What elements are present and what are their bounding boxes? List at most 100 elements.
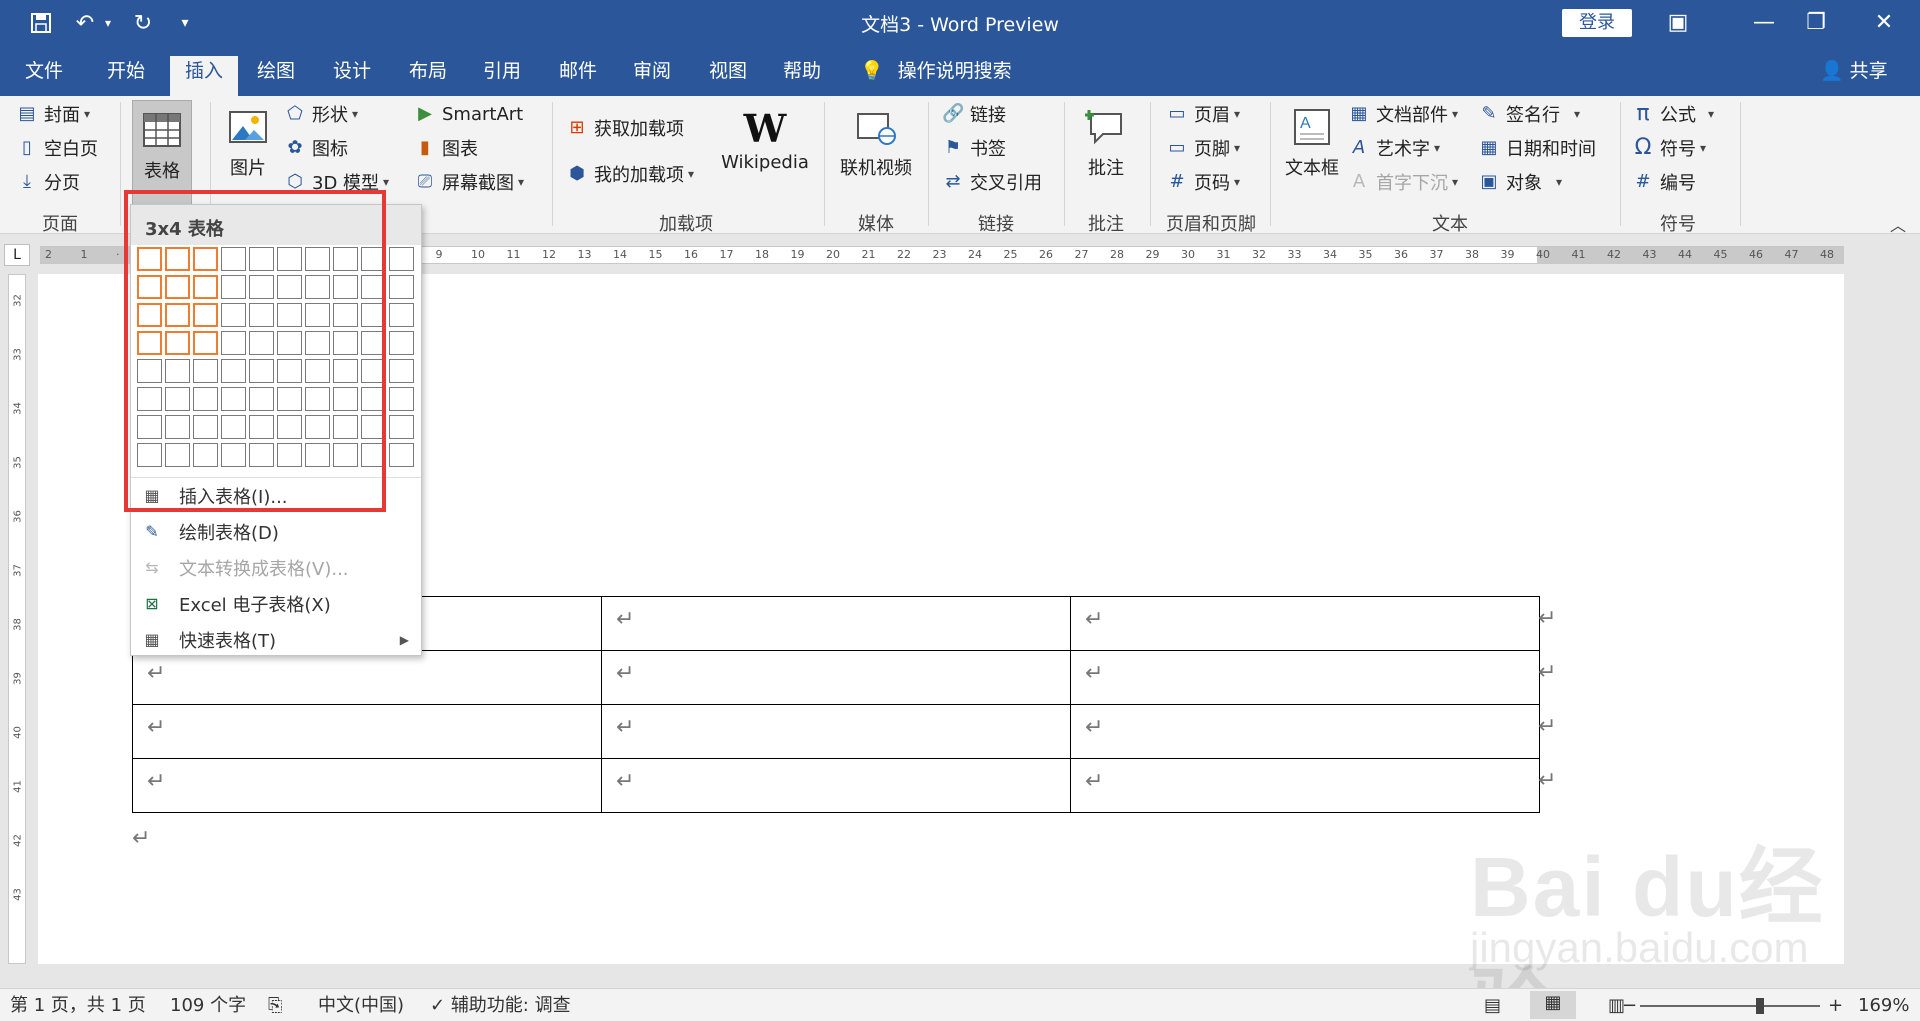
group-label-text: 文本 <box>1432 214 1468 235</box>
table-cell[interactable]: ↵ <box>1070 758 1540 813</box>
bookmark-button[interactable]: ⚑ 书签 <box>942 134 1006 162</box>
grid-cell[interactable] <box>389 247 414 271</box>
quick-parts-button[interactable]: ▦ 文档部件 ▾ <box>1348 100 1458 128</box>
grid-cell[interactable] <box>389 359 414 383</box>
restore-icon[interactable]: ❐ <box>1796 8 1836 38</box>
ruler-tick: 24 <box>968 248 982 261</box>
share-button[interactable]: 👤 共享 <box>1820 56 1888 86</box>
table-cell[interactable]: ↵ <box>601 596 1071 651</box>
textbox-button[interactable]: A 文本框 <box>1282 106 1342 180</box>
tab-review[interactable]: 审阅 <box>620 56 684 96</box>
symbol-button[interactable]: Ω 符号 ▾ <box>1632 134 1706 162</box>
table-cell[interactable]: ↵ <box>601 758 1071 813</box>
print-layout-icon[interactable]: ▦ <box>1530 991 1576 1019</box>
drop-cap-button[interactable]: A 首字下沉 ▾ <box>1348 168 1458 196</box>
tab-view[interactable]: 视图 <box>696 56 760 96</box>
grid-cell[interactable] <box>389 387 414 411</box>
footer-button[interactable]: ▭ 页脚 ▾ <box>1166 134 1240 162</box>
page-number-button[interactable]: # 页码 ▾ <box>1166 168 1240 196</box>
picture-button[interactable]: 图片 <box>222 106 274 180</box>
link-button[interactable]: 🔗 链接 <box>942 100 1006 128</box>
ruler-tick: 31 <box>1216 248 1231 261</box>
zoom-level[interactable]: 169% <box>1858 994 1909 1018</box>
vertical-ruler[interactable]: 32 33 34 35 36 37 38 39 40 41 42 43 <box>8 274 26 964</box>
screenshot-button[interactable]: ⎚ 屏幕截图 ▾ <box>414 168 524 196</box>
get-addins-button[interactable]: ⊞ 获取加载项 <box>566 114 684 142</box>
accessibility-status[interactable]: ✓ 辅助功能: 调查 <box>430 994 571 1018</box>
online-video-button[interactable]: 联机视频 <box>836 106 916 180</box>
page-break-button[interactable]: ⤓ 分页 <box>16 168 80 196</box>
close-icon[interactable]: ✕ <box>1864 8 1904 38</box>
zoom-out-icon[interactable]: − <box>1622 994 1637 1018</box>
grid-cell[interactable] <box>389 275 414 299</box>
grid-cell[interactable] <box>389 415 414 439</box>
header-button[interactable]: ▭ 页眉 ▾ <box>1166 100 1240 128</box>
tab-mailings[interactable]: 邮件 <box>546 56 610 96</box>
grid-cell[interactable] <box>389 443 414 467</box>
grid-cell[interactable] <box>389 331 414 355</box>
table-cell[interactable]: ↵ <box>601 650 1071 705</box>
table-cell[interactable]: ↵ <box>1070 596 1540 651</box>
blank-page-button[interactable]: ▯ 空白页 <box>16 134 98 162</box>
signature-line-button[interactable]: ✎ 签名行 ▾ <box>1478 100 1580 128</box>
read-mode-icon[interactable]: ▤ <box>1484 994 1501 1018</box>
tab-help[interactable]: 帮助 <box>770 56 834 96</box>
equation-button[interactable]: π 公式 ▾ <box>1632 100 1714 128</box>
ruler-tick: 43 <box>1642 248 1657 261</box>
ruler-tick: 33 <box>1287 248 1302 261</box>
ruler-tick: 48 <box>1820 248 1834 261</box>
tab-insert[interactable]: 插入 <box>170 56 238 96</box>
icons-button[interactable]: ✿ 图标 <box>284 134 348 162</box>
shapes-button[interactable]: ⬠ 形状 ▾ <box>284 100 358 128</box>
proofing-icon[interactable]: ⎘ <box>268 994 282 1018</box>
tab-home[interactable]: 开始 <box>94 56 158 96</box>
tab-file[interactable]: 文件 <box>12 56 76 96</box>
grid-cell[interactable] <box>389 303 414 327</box>
table-cell[interactable]: ↵ <box>132 650 602 705</box>
zoom-slider-thumb[interactable] <box>1756 998 1764 1014</box>
ruler-tick: 18 <box>755 248 769 261</box>
object-button[interactable]: ▣ 对象 ▾ <box>1478 168 1562 196</box>
tab-selector[interactable]: L <box>4 244 30 266</box>
ribbon-display-icon[interactable]: ▣ <box>1658 8 1698 38</box>
minimize-icon[interactable]: — <box>1744 8 1784 38</box>
my-addins-button[interactable]: ⬢ 我的加载项 ▾ <box>566 160 694 188</box>
cover-button[interactable]: ▤ 封面 ▾ <box>16 100 90 128</box>
tab-references[interactable]: 引用 <box>470 56 534 96</box>
ruler-tick: 29 <box>1145 248 1160 261</box>
number-button[interactable]: # 编号 <box>1632 168 1696 196</box>
convert-text-item[interactable]: ⇆ 文本转换成表格(V)... <box>131 551 421 585</box>
tell-me-search[interactable]: 💡 操作说明搜索 <box>860 56 1012 86</box>
smartart-button[interactable]: ▶ SmartArt <box>414 100 523 128</box>
table-cell[interactable]: ↵ <box>132 704 602 759</box>
row-end-mark: ↵ <box>1538 714 1557 739</box>
tab-layout[interactable]: 布局 <box>396 56 460 96</box>
table-cell[interactable]: ↵ <box>1070 704 1540 759</box>
wordart-button[interactable]: A 艺术字 ▾ <box>1348 134 1440 162</box>
status-bar: 第 1 页，共 1 页 109 个字 ⎘ 中文(中国) ✓ 辅助功能: 调查 ▤… <box>0 988 1920 1021</box>
login-button[interactable]: 登录 <box>1562 9 1632 37</box>
drop-cap-icon: A <box>1352 171 1366 192</box>
language[interactable]: 中文(中国) <box>318 994 404 1018</box>
group-label-media: 媒体 <box>858 214 894 235</box>
zoom-slider[interactable] <box>1640 1005 1820 1007</box>
tab-design[interactable]: 设计 <box>320 56 384 96</box>
ruler-tick: 32 <box>12 294 24 307</box>
tab-draw[interactable]: 绘图 <box>244 56 308 96</box>
signature-icon: ✎ <box>1481 103 1497 124</box>
zoom-in-icon[interactable]: + <box>1828 994 1843 1018</box>
word-count[interactable]: 109 个字 <box>170 994 246 1018</box>
comment-button[interactable]: 批注 <box>1076 106 1136 180</box>
quick-tables-item[interactable]: ▦ 快速表格(T) ▶ <box>131 623 421 657</box>
chart-button[interactable]: ▮ 图表 <box>414 134 478 162</box>
excel-spreadsheet-item[interactable]: ⊠ Excel 电子表格(X) <box>131 587 421 621</box>
table-cell[interactable]: ↵ <box>601 704 1071 759</box>
page-count[interactable]: 第 1 页，共 1 页 <box>10 994 146 1018</box>
table-cell[interactable]: ↵ <box>1070 650 1540 705</box>
collapse-ribbon-icon[interactable]: ︿ <box>1890 212 1906 236</box>
date-time-button[interactable]: ▦ 日期和时间 <box>1478 134 1596 162</box>
table-cell[interactable]: ↵ <box>132 758 602 813</box>
draw-table-item[interactable]: ✎ 绘制表格(D) <box>131 515 421 549</box>
cross-reference-button[interactable]: ⇄ 交叉引用 <box>942 168 1042 196</box>
wikipedia-button[interactable]: W Wikipedia <box>718 106 812 173</box>
